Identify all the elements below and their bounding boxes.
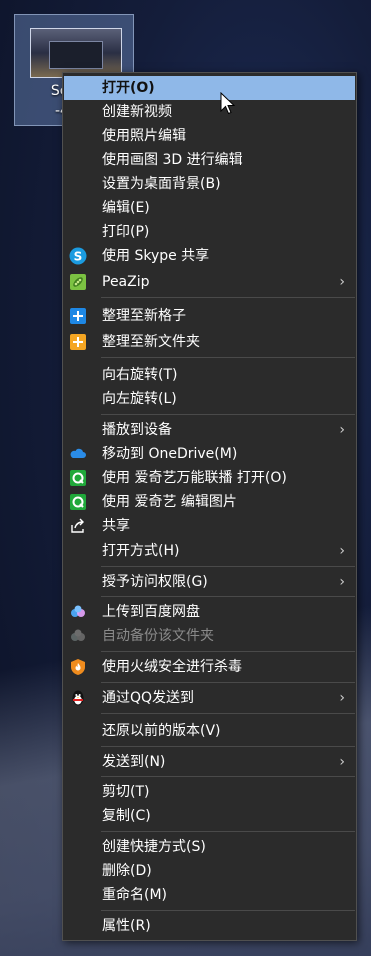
menu-item-label: 移动到 OneDrive(M) [102,446,238,462]
menu-item-skype-share[interactable]: S 使用 Skype 共享 [64,244,355,268]
menu-item-send-to[interactable]: 发送到(N) › [64,750,355,774]
menu-item-move-onedrive[interactable]: 移动到 OneDrive(M) [64,442,355,466]
menu-item-create-shortcut[interactable]: 创建快捷方式(S) [64,835,355,859]
menu-item-cut[interactable]: 剪切(T) [64,780,355,804]
menu-item-edit[interactable]: 编辑(E) [64,196,355,220]
menu-item-label: 使用照片编辑 [102,128,186,144]
menu-item-label: 设置为桌面背景(B) [102,176,221,192]
menu-item-give-access[interactable]: 授予访问权限(G) › [64,570,355,594]
menu-item-label: 还原以前的版本(V) [102,723,221,739]
context-menu: 打开(O) 创建新视频 使用照片编辑 使用画图 3D 进行编辑 设置为桌面背景(… [62,72,357,941]
huorong-shield-icon [71,659,85,675]
menu-item-label: 共享 [102,518,130,534]
menu-item-properties[interactable]: 属性(R) [64,914,355,938]
menu-item-iqiyi-edit[interactable]: 使用 爱奇艺 编辑图片 [64,490,355,514]
menu-item-baidu-backup[interactable]: 自动备份该文件夹 [64,624,355,648]
menu-item-label: 向右旋转(T) [102,367,178,383]
menu-item-label: 使用 Skype 共享 [102,248,210,264]
menu-item-label: 上传到百度网盘 [102,604,200,620]
menu-item-label: 创建新视频 [102,104,172,120]
menu-item-label: 剪切(T) [102,784,150,800]
iqiyi-icon [70,470,86,486]
menu-item-label: 使用火绒安全进行杀毒 [102,659,242,675]
submenu-arrow-icon: › [339,754,345,770]
menu-item-print[interactable]: 打印(P) [64,220,355,244]
menu-item-create-video[interactable]: 创建新视频 [64,100,355,124]
menu-item-huorong-scan[interactable]: 使用火绒安全进行杀毒 [64,655,355,679]
menu-separator [101,414,355,415]
menu-separator [101,746,355,747]
menu-item-label: 通过QQ发送到 [102,690,195,706]
menu-item-label: 整理至新格子 [102,308,186,324]
menu-item-label: 创建快捷方式(S) [102,839,206,855]
menu-item-baidu-upload[interactable]: 上传到百度网盘 [64,600,355,624]
menu-item-label: 使用 爱奇艺 编辑图片 [102,494,237,510]
menu-item-rotate-left[interactable]: 向左旋转(L) [64,387,355,411]
menu-separator [101,566,355,567]
menu-item-restore-versions[interactable]: 还原以前的版本(V) [64,719,355,743]
menu-item-send-via-qq[interactable]: 通过QQ发送到 › [64,686,355,710]
menu-item-rename[interactable]: 重命名(M) [64,883,355,907]
menu-item-label: PeaZip [102,274,150,290]
menu-item-share[interactable]: 共享 [64,514,355,538]
menu-item-open[interactable]: 打开(O) [64,76,355,100]
menu-item-label: 重命名(M) [102,887,168,903]
submenu-arrow-icon: › [339,274,345,290]
menu-item-label: 打印(P) [102,224,150,240]
submenu-arrow-icon: › [339,422,345,438]
submenu-arrow-icon: › [339,574,345,590]
menu-separator [101,297,355,298]
svg-text:S: S [74,250,83,264]
menu-item-iqiyi-open[interactable]: 使用 爱奇艺万能联播 打开(O) [64,466,355,490]
menu-item-label: 打开方式(H) [102,543,180,559]
menu-item-label: 自动备份该文件夹 [102,628,214,644]
menu-separator [101,651,355,652]
menu-item-label: 使用 爱奇艺万能联播 打开(O) [102,470,287,486]
fences-plus-icon [70,308,86,324]
menu-item-open-with[interactable]: 打开方式(H) › [64,539,355,563]
menu-item-edit-with-photos[interactable]: 使用照片编辑 [64,124,355,148]
menu-item-label: 打开(O) [102,80,155,96]
menu-separator [101,831,355,832]
menu-item-copy[interactable]: 复制(C) [64,804,355,828]
menu-separator [101,682,355,683]
baidu-netdisk-icon [71,605,85,617]
skype-icon: S [69,247,87,265]
peazip-icon [70,274,86,290]
menu-separator [101,357,355,358]
mouse-pointer-icon [220,92,236,115]
menu-item-delete[interactable]: 删除(D) [64,859,355,883]
menu-separator [101,910,355,911]
menu-item-label: 属性(R) [102,918,151,934]
image-thumbnail [30,28,122,78]
menu-item-label: 授予访问权限(G) [102,574,208,590]
menu-item-label: 复制(C) [102,808,151,824]
menu-separator [101,776,355,777]
menu-item-label: 发送到(N) [102,754,166,770]
menu-item-set-wallpaper[interactable]: 设置为桌面背景(B) [64,172,355,196]
submenu-arrow-icon: › [339,690,345,706]
onedrive-icon [70,448,86,458]
menu-item-edit-paint3d[interactable]: 使用画图 3D 进行编辑 [64,148,355,172]
iqiyi-icon [70,494,86,510]
menu-item-fences-folder[interactable]: 整理至新文件夹 [64,330,355,354]
menu-separator [101,713,355,714]
menu-item-label: 删除(D) [102,863,152,879]
menu-item-label: 使用画图 3D 进行编辑 [102,152,243,168]
menu-item-label: 播放到设备 [102,422,172,438]
menu-item-cast-to-device[interactable]: 播放到设备 › [64,418,355,442]
qq-penguin-icon [72,690,84,706]
menu-item-peazip[interactable]: PeaZip › [64,270,355,294]
fences-folder-icon [70,334,86,350]
menu-item-fences-new[interactable]: 整理至新格子 [64,304,355,328]
menu-item-label: 向左旋转(L) [102,391,177,407]
menu-item-label: 编辑(E) [102,200,150,216]
menu-separator [101,596,355,597]
menu-item-label: 整理至新文件夹 [102,334,200,350]
share-icon [71,518,84,533]
menu-item-rotate-right[interactable]: 向右旋转(T) [64,363,355,387]
submenu-arrow-icon: › [339,543,345,559]
baidu-netdisk-icon [71,629,85,641]
